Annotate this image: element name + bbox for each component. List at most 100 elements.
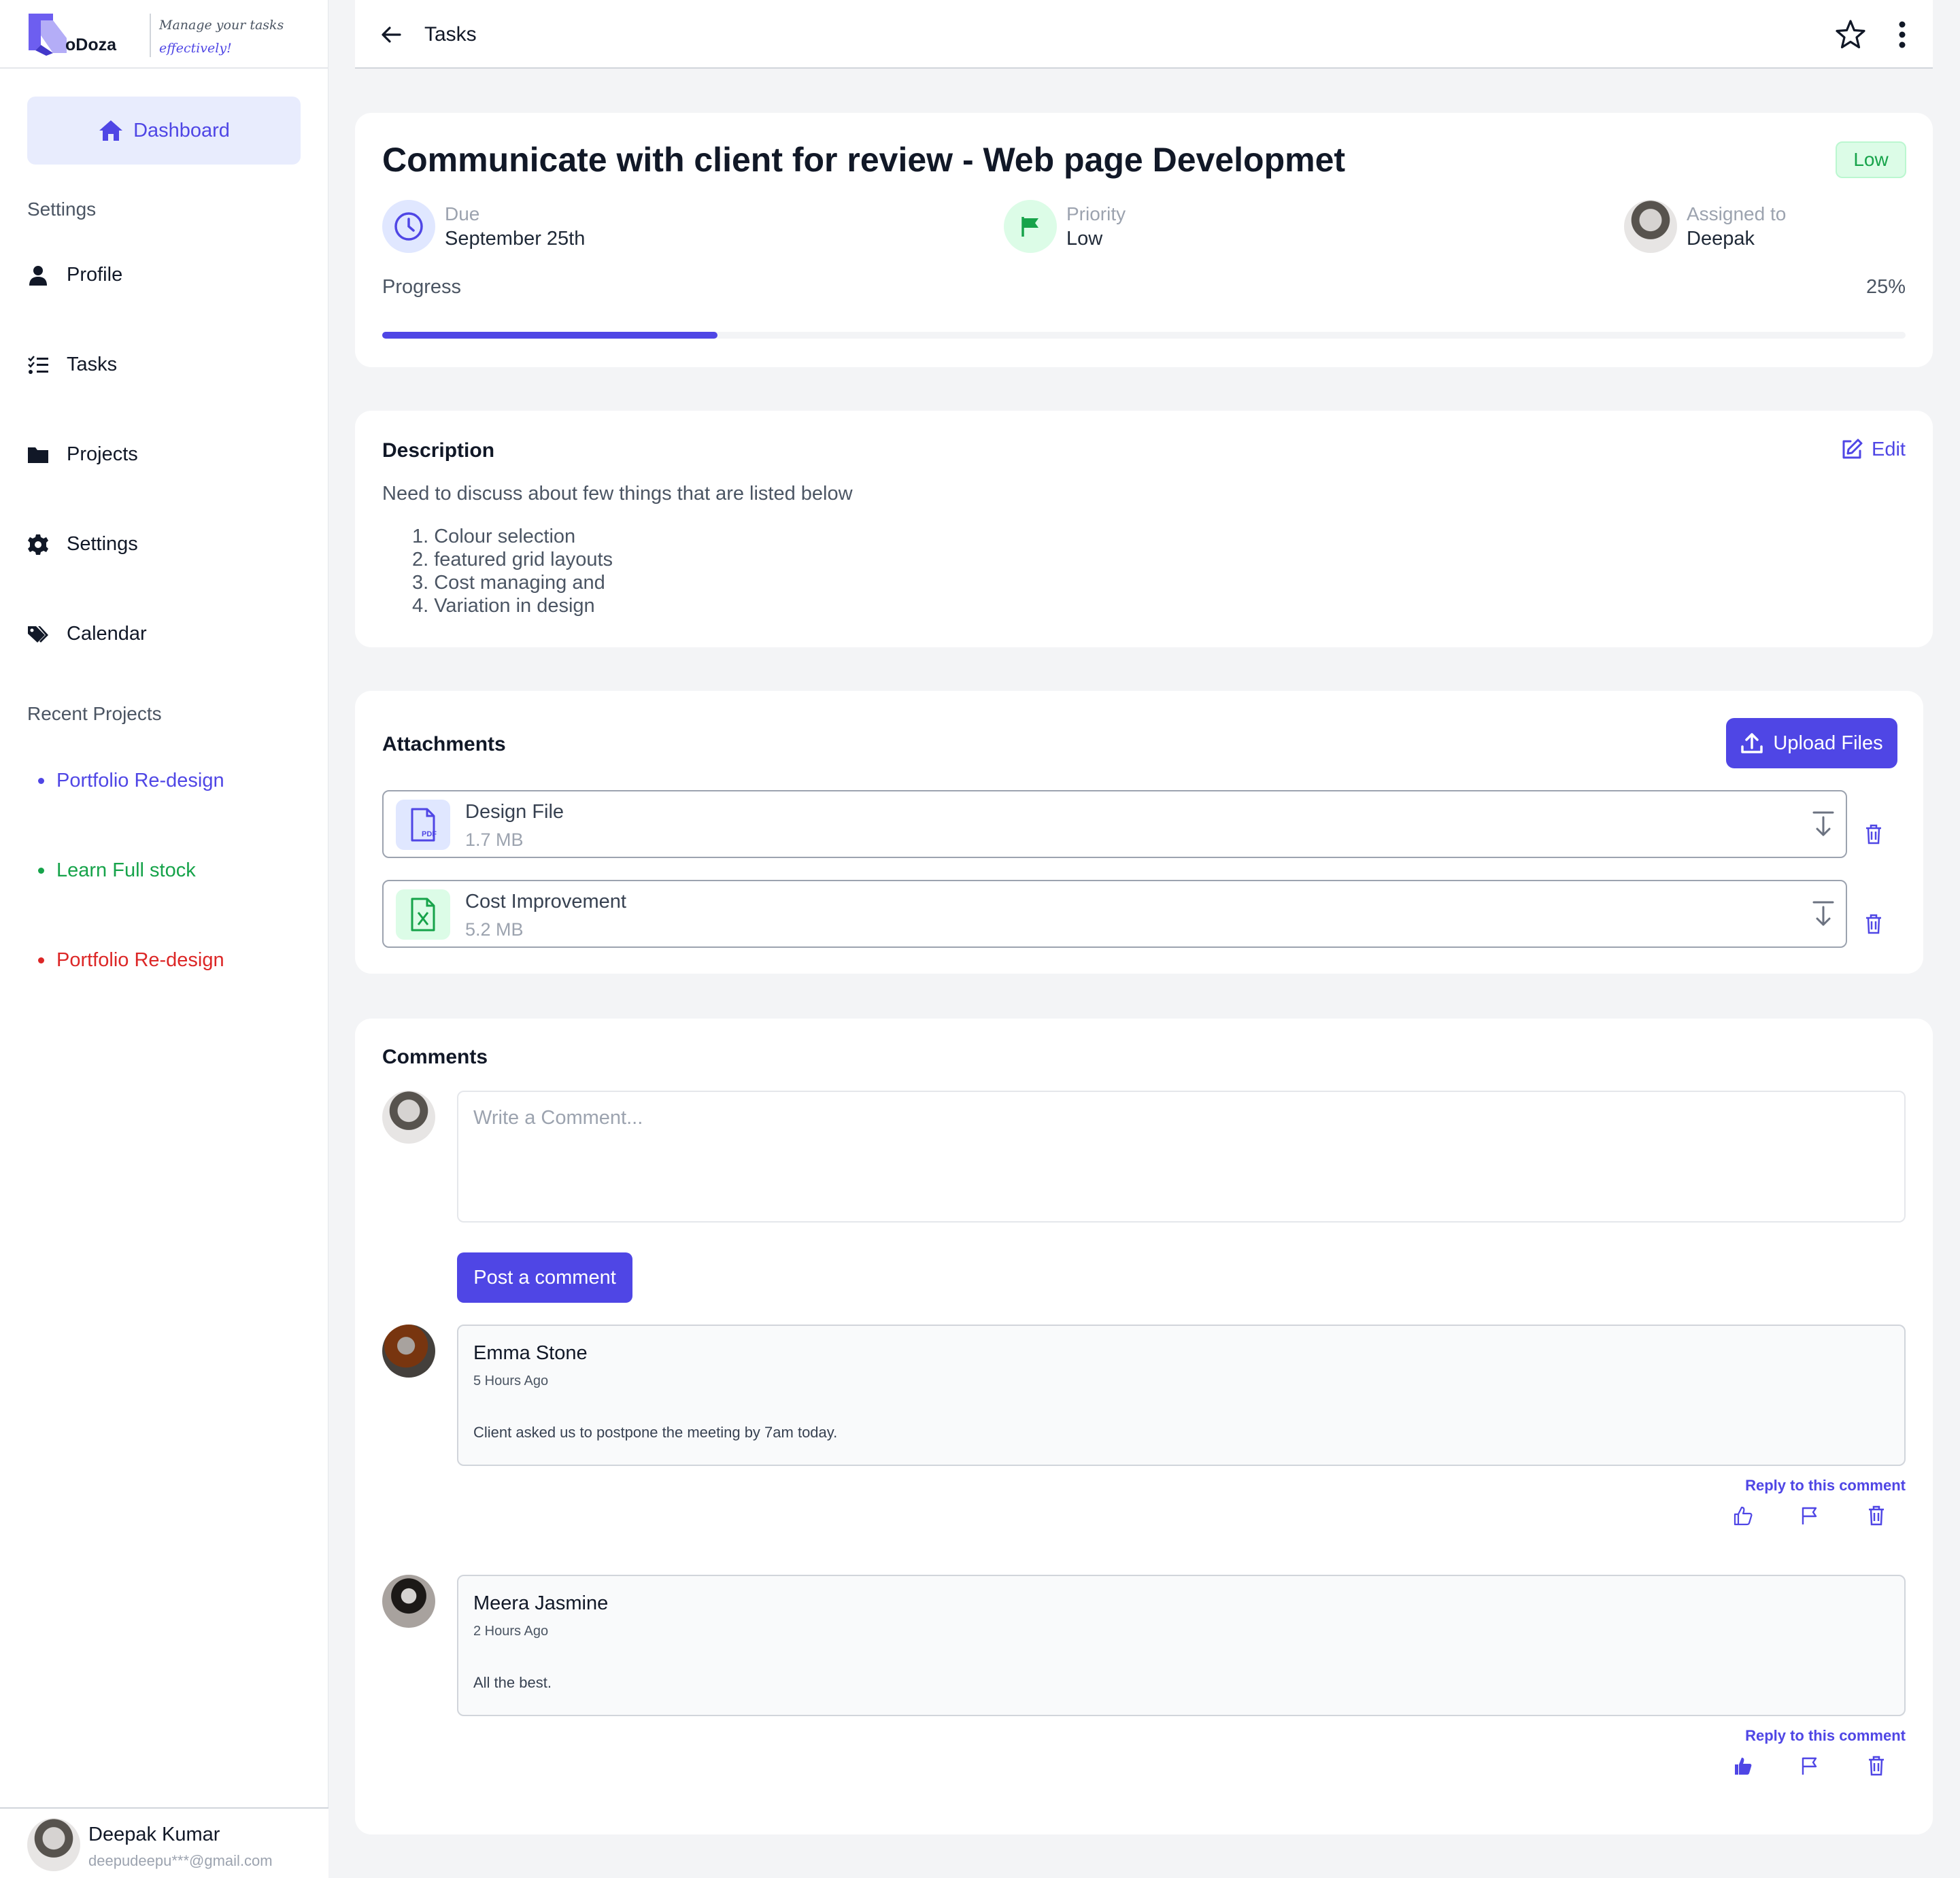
assigned-label: Assigned to <box>1687 203 1787 224</box>
comment-input[interactable] <box>457 1091 1906 1223</box>
user-name: Deepak Kumar <box>88 1824 220 1845</box>
recent-project-label: Portfolio Re-design <box>56 770 224 791</box>
task-summary-card: Communicate with client for review - Web… <box>355 113 1933 367</box>
recent-project-item[interactable]: Portfolio Re-design <box>38 770 224 792</box>
project-dot <box>38 957 44 963</box>
folder-icon <box>28 447 48 463</box>
sidebar-item-profile[interactable]: Profile <box>27 264 122 286</box>
upload-files-button[interactable]: Upload Files <box>1726 718 1897 768</box>
svg-text:PDF: PDF <box>422 830 437 838</box>
user-avatar <box>27 1818 80 1871</box>
delete-comment-icon[interactable] <box>1866 1505 1887 1526</box>
due-date-meta: Due September 25th <box>382 200 585 253</box>
progress-fill <box>382 332 717 339</box>
sidebar-item-projects[interactable]: Projects <box>27 443 138 466</box>
tagline-line2: effectively! <box>159 41 232 56</box>
file-size: 1.7 MB <box>465 830 524 850</box>
recent-projects-heading: Recent Projects <box>27 703 162 724</box>
recent-project-item[interactable]: Portfolio Re-design <box>38 949 224 972</box>
flag-icon[interactable] <box>1800 1756 1820 1776</box>
recent-project-item[interactable]: Learn Full stock <box>38 859 196 882</box>
download-icon[interactable] <box>1812 900 1835 927</box>
comment-text: All the best. <box>473 1674 552 1691</box>
attachment-row[interactable]: Cost Improvement 5.2 MB <box>382 880 1847 948</box>
comment-time: 2 Hours Ago <box>473 1624 549 1639</box>
recent-project-label: Portfolio Re-design <box>56 949 224 971</box>
priority-meta: Priority Low <box>1004 200 1126 253</box>
project-dot <box>38 868 44 874</box>
pdf-file-icon: PDF <box>396 800 450 850</box>
comments-card: Comments Post a comment Emma Stone 5 Hou… <box>355 1019 1933 1834</box>
comment-time: 5 Hours Ago <box>473 1373 549 1388</box>
more-vertical-icon[interactable] <box>1897 20 1907 49</box>
sidebar-item-settings[interactable]: Settings <box>27 533 138 556</box>
logo-area: oDoza Manage your tasks effectively! <box>0 0 328 69</box>
comment-text: Client asked us to postpone the meeting … <box>473 1424 838 1441</box>
delete-attachment-icon[interactable] <box>1865 824 1882 844</box>
assignee-meta: Assigned to Deepak <box>1624 200 1786 253</box>
commenter-avatar <box>382 1325 435 1378</box>
upload-icon <box>1741 733 1763 753</box>
back-arrow-icon[interactable] <box>379 23 403 46</box>
attachments-heading: Attachments <box>382 733 506 755</box>
edit-label: Edit <box>1872 438 1906 460</box>
delete-comment-icon[interactable] <box>1866 1756 1887 1776</box>
due-value: September 25th <box>445 228 586 250</box>
sidebar-item-label: Tasks <box>67 354 118 375</box>
edit-button[interactable]: Edit <box>1840 438 1906 461</box>
settings-heading: Settings <box>27 199 97 220</box>
thumbs-up-filled-icon[interactable] <box>1733 1756 1753 1776</box>
page-title: Tasks <box>424 23 477 46</box>
commenter-name: Meera Jasmine <box>473 1592 609 1614</box>
description-heading: Description <box>382 439 495 462</box>
star-icon[interactable] <box>1835 19 1866 50</box>
commenter-avatar <box>382 1575 435 1628</box>
reply-link[interactable]: Reply to this comment <box>1745 1727 1906 1745</box>
logo-text: oDoza <box>65 35 116 54</box>
user-email: deepudeepu***@gmail.com <box>88 1852 273 1869</box>
post-comment-button[interactable]: Post a comment <box>457 1252 632 1303</box>
priority-badge: Low <box>1836 141 1906 178</box>
upload-label: Upload Files <box>1773 732 1883 754</box>
progress-percent: 25% <box>1865 276 1906 298</box>
thumbs-up-icon[interactable] <box>1733 1505 1753 1526</box>
file-name: Cost Improvement <box>465 891 626 912</box>
sidebar-item-label: Calendar <box>67 623 147 645</box>
file-name: Design File <box>465 801 564 823</box>
comment-item: Emma Stone 5 Hours Ago Client asked us t… <box>457 1325 1906 1466</box>
task-title: Communicate with client for review - Web… <box>382 141 1346 179</box>
download-icon[interactable] <box>1812 810 1835 838</box>
attachment-row[interactable]: PDF Design File 1.7 MB <box>382 790 1847 858</box>
current-user-avatar <box>382 1091 435 1144</box>
assigned-value: Deepak <box>1687 228 1755 250</box>
recent-project-label: Learn Full stock <box>56 859 196 881</box>
description-list: 1. Colour selection 2. featured grid lay… <box>412 525 613 617</box>
tags-icon <box>28 626 48 643</box>
list-item: 4. Variation in design <box>412 595 595 617</box>
user-profile-footer[interactable]: Deepak Kumar deepudeepu***@gmail.com <box>0 1807 328 1878</box>
excel-file-icon <box>396 889 450 940</box>
dashboard-button[interactable]: Dashboard <box>27 97 301 165</box>
comment-item: Meera Jasmine 2 Hours Ago All the best. <box>457 1575 1906 1716</box>
top-bar: Tasks <box>355 0 1933 69</box>
dashboard-label: Dashboard <box>133 119 230 141</box>
delete-attachment-icon[interactable] <box>1865 914 1882 934</box>
list-item: 1. Colour selection <box>412 526 576 547</box>
sidebar-item-tasks[interactable]: Tasks <box>27 354 117 376</box>
flag-icon[interactable] <box>1800 1505 1820 1526</box>
progress-bar <box>382 332 1906 339</box>
file-size: 5.2 MB <box>465 919 524 940</box>
sidebar-item-calendar[interactable]: Calendar <box>27 623 147 645</box>
commenter-name: Emma Stone <box>473 1342 588 1364</box>
attachments-card: Attachments Upload Files PDF Design File… <box>355 691 1923 974</box>
assignee-avatar <box>1624 200 1677 253</box>
project-dot <box>38 778 44 784</box>
reply-link[interactable]: Reply to this comment <box>1745 1477 1906 1495</box>
user-icon <box>29 265 47 286</box>
comments-heading: Comments <box>382 1046 488 1068</box>
sidebar: oDoza Manage your tasks effectively! Das… <box>0 0 328 1878</box>
home-icon <box>99 120 123 141</box>
priority-label: Priority <box>1066 203 1126 224</box>
progress-label: Progress <box>382 276 462 298</box>
sidebar-item-label: Profile <box>67 264 123 286</box>
